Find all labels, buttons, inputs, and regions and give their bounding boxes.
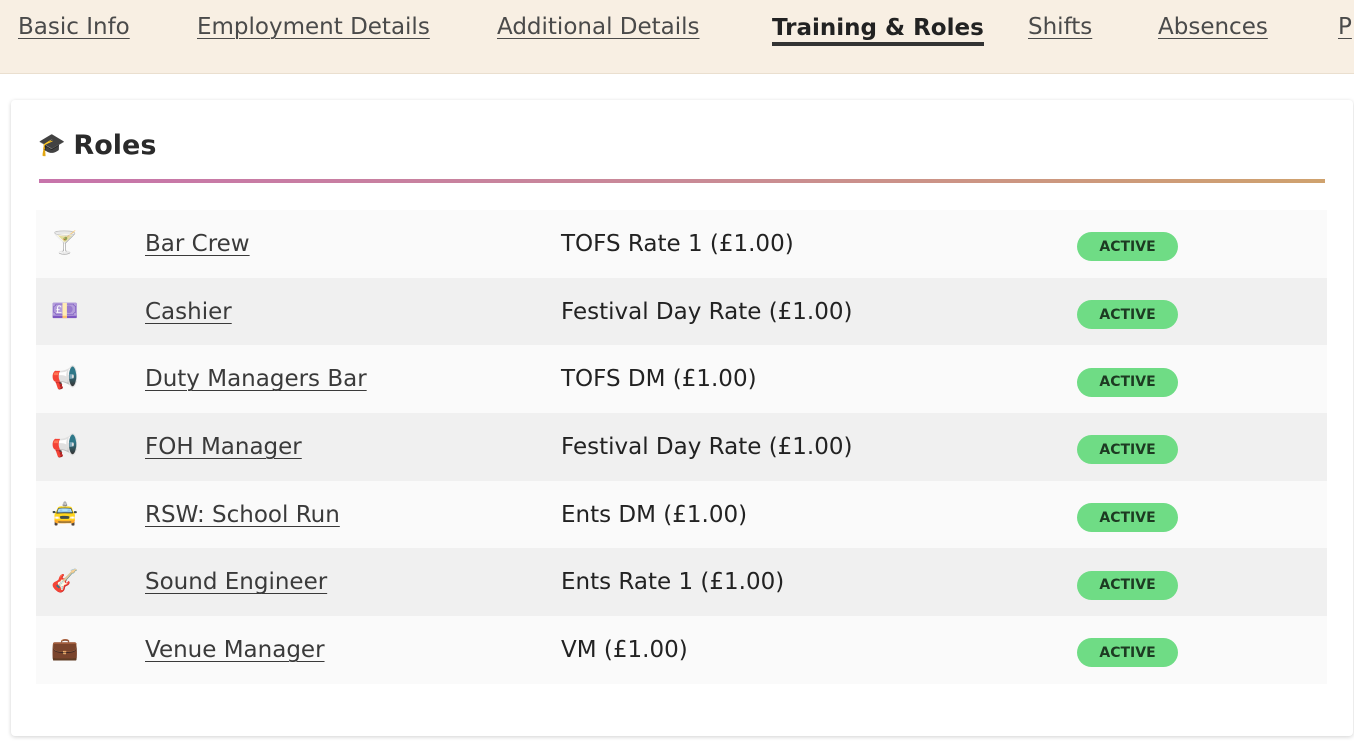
tab-employment-details[interactable]: Employment Details [197, 14, 430, 40]
role-rate: TOFS Rate 1 (£1.00) [561, 230, 794, 257]
role-row-bar-crew: 🍸 Bar Crew TOFS Rate 1 (£1.00) ACTIVE [36, 210, 1327, 278]
role-name-link[interactable]: Sound Engineer [145, 569, 327, 595]
role-name-link[interactable]: RSW: School Run [145, 502, 340, 528]
role-rate: VM (£1.00) [561, 636, 688, 663]
role-row-sound-engineer: 🎸 Sound Engineer Ents Rate 1 (£1.00) ACT… [36, 548, 1327, 617]
guitar-icon: 🎸 [51, 569, 79, 595]
role-rate: TOFS DM (£1.00) [561, 366, 757, 393]
status-badge: ACTIVE [1077, 232, 1178, 262]
role-row-cashier: 💷 Cashier Festival Day Rate (£1.00) ACTI… [36, 277, 1327, 346]
role-name-link[interactable]: FOH Manager [145, 434, 302, 460]
role-name-link[interactable]: Bar Crew [145, 231, 250, 257]
status-badge: ACTIVE [1077, 638, 1178, 668]
tab-absences[interactable]: Absences [1158, 14, 1268, 40]
tab-truncated[interactable]: P [1338, 14, 1352, 40]
role-row-duty-managers-bar: 📢 Duty Managers Bar TOFS DM (£1.00) ACTI… [36, 345, 1327, 414]
role-name-link[interactable]: Cashier [145, 299, 232, 325]
megaphone-icon: 📢 [51, 366, 79, 392]
roles-table: 🍸 Bar Crew TOFS Rate 1 (£1.00) ACTIVE 💷 … [36, 210, 1327, 684]
graduation-cap-icon: 🎓 [38, 132, 66, 158]
role-name-link[interactable]: Duty Managers Bar [145, 366, 367, 392]
megaphone-icon: 📢 [51, 433, 79, 459]
money-icon: 💷 [51, 298, 79, 324]
role-rate: Ents Rate 1 (£1.00) [561, 569, 785, 596]
tab-training-roles[interactable]: Training & Roles [772, 14, 984, 46]
roles-card-title: 🎓 Roles [38, 130, 156, 161]
tab-shifts[interactable]: Shifts [1028, 14, 1092, 40]
status-badge: ACTIVE [1077, 503, 1178, 533]
cocktail-glass-icon: 🍸 [51, 230, 79, 256]
status-badge: ACTIVE [1077, 300, 1178, 330]
status-badge: ACTIVE [1077, 570, 1178, 600]
role-row-venue-manager: 💼 Venue Manager VM (£1.00) ACTIVE [36, 616, 1327, 684]
role-name-link[interactable]: Venue Manager [145, 637, 325, 663]
tab-bar: Basic Info Employment Details Additional… [0, 0, 1354, 74]
status-badge: ACTIVE [1077, 367, 1178, 397]
taxi-icon: 🚖 [51, 501, 79, 527]
tab-basic-info[interactable]: Basic Info [18, 14, 130, 40]
gradient-divider [39, 179, 1325, 183]
role-rate: Ents DM (£1.00) [561, 501, 748, 528]
roles-heading: Roles [73, 130, 157, 161]
role-row-foh-manager: 📢 FOH Manager Festival Day Rate (£1.00) … [36, 413, 1327, 481]
tab-additional-details[interactable]: Additional Details [497, 14, 700, 40]
role-rate: Festival Day Rate (£1.00) [561, 298, 853, 325]
briefcase-icon: 💼 [51, 636, 79, 662]
role-rate: Festival Day Rate (£1.00) [561, 433, 853, 460]
role-row-rsw-school-run: 🚖 RSW: School Run Ents DM (£1.00) ACTIVE [36, 480, 1327, 549]
roles-card: 🎓 Roles 🍸 Bar Crew TOFS Rate 1 (£1.00) A… [11, 100, 1353, 736]
status-badge: ACTIVE [1077, 435, 1178, 465]
